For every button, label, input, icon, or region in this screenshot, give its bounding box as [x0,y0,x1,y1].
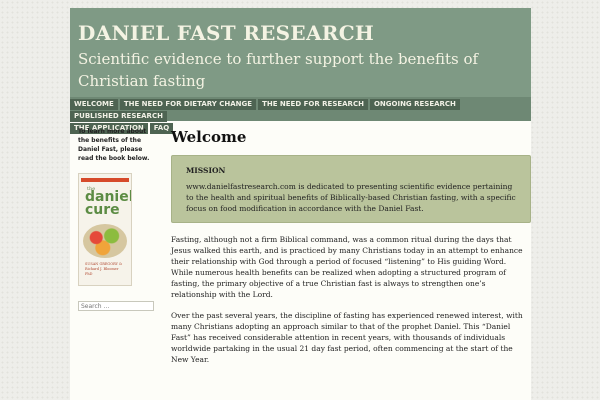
mission-text: www.danielfastresearch.com is dedicated … [186,182,516,213]
nav-item-need-for-dietary-change[interactable]: THE NEED FOR DIETARY CHANGE [119,99,257,110]
sidebar: To learn more about the benefits of the … [70,121,156,365]
site-header: DANIEL FAST RESEARCH Scientific evidence… [70,8,531,97]
mission-box: MISSION www.danielfastresearch.com is de… [171,155,531,223]
book-title: daniel cure [85,190,131,218]
site-description: Scientific evidence to further support t… [78,50,479,90]
book-cover-image[interactable]: the daniel cure SUSAN GREGORY & Richard … [78,173,132,286]
nav-item-need-for-research[interactable]: THE NEED FOR RESEARCH [258,99,368,110]
book-banner [81,178,129,182]
nav-item-welcome[interactable]: WELCOME [70,99,118,110]
body-paragraph-1: Fasting, although not a firm Biblical co… [171,235,523,299]
main-content: Welcome MISSION www.danielfastresearch.c… [156,121,531,365]
book-title-line-2: cure [85,202,120,218]
nav-item-ongoing-research[interactable]: ONGOING RESEARCH [369,99,460,110]
page-wrapper: DANIEL FAST RESEARCH Scientific evidence… [70,8,531,400]
sidebar-promo-text: To learn more about the benefits of the … [78,128,150,162]
mission-title: MISSION [186,166,226,175]
nav-row-1: WELCOME THE NEED FOR DIETARY CHANGE THE … [70,99,531,123]
site-title[interactable]: DANIEL FAST RESEARCH [78,8,531,45]
book-authors: SUSAN GREGORY & Richard J. Bloomer PhD [85,262,123,276]
book-fruit-illustration [83,224,127,258]
main-navigation: WELCOME THE NEED FOR DIETARY CHANGE THE … [70,97,531,134]
body-paragraph-2: Over the past several years, the discipl… [171,311,523,364]
search-input[interactable] [78,301,154,311]
content-area: To learn more about the benefits of the … [70,121,531,365]
page-title: Welcome [171,128,247,146]
